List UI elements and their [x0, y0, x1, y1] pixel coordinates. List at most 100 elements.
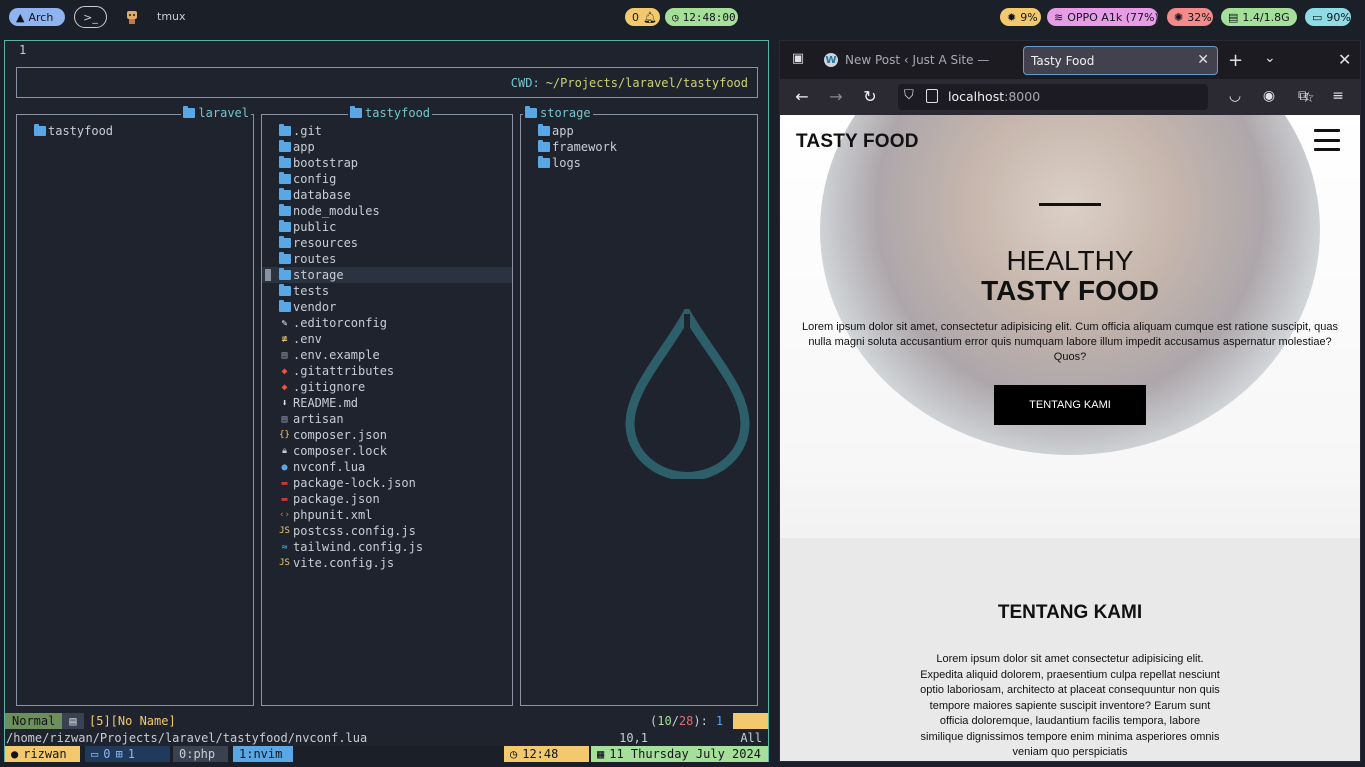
session-icon: ▭: [91, 747, 99, 761]
file-entry[interactable]: storage: [262, 267, 512, 283]
tab-new-post[interactable]: W New Post ‹ Just A Site — W: [824, 49, 992, 71]
file-entry[interactable]: ⬇ README.md: [262, 395, 512, 411]
file-entry[interactable]: tastyfood: [17, 123, 253, 139]
file-entry[interactable]: ● nvconf.lua: [262, 459, 512, 475]
page-info-icon[interactable]: [926, 89, 938, 103]
window-close-icon[interactable]: ✕: [1338, 50, 1351, 69]
file-entry[interactable]: ‹› phpunit.xml: [262, 507, 512, 523]
wifi-icon: ≋: [1054, 10, 1064, 24]
hamburger-menu-icon[interactable]: ≡: [1329, 88, 1347, 106]
file-entry[interactable]: ▤ .env.example: [262, 347, 512, 363]
extensions-icon[interactable]: ⧉: [1294, 88, 1312, 106]
file-entry[interactable]: database: [262, 187, 512, 203]
firefox-window[interactable]: ▣ W New Post ‹ Just A Site — W Tasty Foo…: [779, 40, 1361, 762]
folder-shape: [278, 220, 291, 232]
cpu-widget[interactable]: ✹ 9%: [1000, 8, 1041, 26]
file-entry[interactable]: ▬ package-lock.json: [262, 475, 512, 491]
file-entry-name: tailwind.config.js: [293, 540, 424, 554]
tmux-pane-count: 1: [127, 747, 135, 761]
file-entry-name: routes: [293, 252, 337, 266]
arch-launcher-button[interactable]: ▲ Arch: [9, 8, 65, 26]
file-entry[interactable]: app: [521, 123, 757, 139]
file-entry-name: phpunit.xml: [293, 508, 373, 522]
about-text: Lorem ipsum dolor sit amet consectetur a…: [920, 653, 1220, 758]
folder-shape: [278, 284, 291, 296]
site-logo[interactable]: TASTY FOOD: [796, 131, 919, 153]
tab-tasty-food[interactable]: Tasty Food ✕: [1023, 46, 1218, 75]
markdown-icon: ⬇: [281, 397, 288, 409]
preview-pane[interactable]: storage app framework logs: [520, 106, 758, 706]
file-entry[interactable]: ◆ .gitattributes: [262, 363, 512, 379]
file-entry[interactable]: bootstrap: [262, 155, 512, 171]
terminal-button[interactable]: >_: [74, 6, 107, 28]
file-entry[interactable]: ≢ .env: [262, 331, 512, 347]
account-icon[interactable]: ◉: [1260, 88, 1278, 106]
url-text[interactable]: localhost:8000: [948, 89, 1040, 104]
npm-icon: ▬: [281, 477, 288, 489]
parent-directory-pane[interactable]: laravel tastyfood: [16, 106, 254, 706]
about-title: TENTANG KAMI: [997, 602, 1143, 623]
shield-icon[interactable]: ⛉: [904, 88, 914, 103]
search-count-current: 10: [657, 714, 672, 728]
file-entry[interactable]: resources: [262, 235, 512, 251]
file-entry[interactable]: ▤ artisan: [262, 411, 512, 427]
file-entry[interactable]: .git: [262, 123, 512, 139]
file-entry[interactable]: tests: [262, 283, 512, 299]
buffer-name: [5][No Name]: [89, 714, 176, 728]
tmux-user-segment: ● rizwan: [5, 746, 80, 762]
current-directory-pane[interactable]: tastyfood .git app bootstrap config database…: [261, 106, 513, 706]
file-entry[interactable]: public: [262, 219, 512, 235]
page-viewport[interactable]: TASTY FOOD HEALTHY TASTY FOOD Lorem ipsu…: [780, 115, 1360, 761]
folder-shape: [278, 300, 291, 312]
terminal-window[interactable]: 1 CWD: ~/Projects/laravel/tastyfood lara…: [4, 40, 769, 762]
file-entry[interactable]: logs: [521, 155, 757, 171]
reload-icon[interactable]: ↻: [860, 87, 880, 106]
file-entry-name: .env: [293, 332, 322, 346]
tmux-window-php[interactable]: 0:php: [173, 746, 228, 762]
firefox-view-icon[interactable]: ▣: [788, 51, 808, 69]
back-arrow-icon[interactable]: ←: [792, 87, 812, 106]
file-entry-name: nvconf.lua: [293, 460, 366, 474]
notification-button[interactable]: 0 🔔︎: [625, 8, 660, 26]
git-icon: ◆: [281, 381, 288, 393]
search-count-extra: 1: [715, 714, 724, 728]
file-entry[interactable]: app: [262, 139, 512, 155]
file-entry[interactable]: framework: [521, 139, 757, 155]
file-entry[interactable]: ≈ tailwind.config.js: [262, 539, 512, 555]
hero-description: Lorem ipsum dolor sit amet, consectetur …: [802, 321, 1338, 363]
tentang-kami-button[interactable]: TENTANG KAMI: [994, 385, 1146, 425]
plus-icon[interactable]: +: [1228, 50, 1243, 71]
file-entry-name: package-lock.json: [293, 476, 416, 490]
nvim-cmdline[interactable]: /home/rizwan/Projects/laravel/tastyfood/…: [5, 730, 768, 746]
url-bar[interactable]: ⛉ localhost:8000 ☆: [898, 84, 1315, 110]
file-icon: ▤: [281, 349, 288, 361]
battery-widget[interactable]: ▭ 90%: [1305, 8, 1351, 26]
chevron-down-icon[interactable]: ⌄: [1264, 50, 1276, 66]
current-pane-title: tastyfood: [348, 106, 433, 120]
clock-widget[interactable]: ◷ 12:48:00: [665, 8, 738, 26]
file-entry[interactable]: ▬ package.json: [262, 491, 512, 507]
file-entry[interactable]: {} composer.json: [262, 427, 512, 443]
file-entry[interactable]: JS postcss.config.js: [262, 523, 512, 539]
file-entry-name: .gitattributes: [293, 364, 395, 378]
site-menu-icon[interactable]: [1314, 129, 1340, 151]
parent-pane-title-text: laravel: [198, 106, 249, 120]
folder-icon: [278, 156, 291, 170]
file-entry[interactable]: node_modules: [262, 203, 512, 219]
temperature-widget[interactable]: ✺ 32%: [1167, 8, 1213, 26]
close-icon[interactable]: ✕: [1197, 52, 1209, 68]
tmux-window-nvim[interactable]: 1:nvim: [233, 746, 293, 762]
memory-widget[interactable]: ▤ 1.4/1.8G: [1221, 8, 1297, 26]
wifi-widget[interactable]: ≋ OPPO A1k (77%): [1047, 8, 1159, 26]
forward-arrow-icon[interactable]: →: [826, 87, 846, 106]
file-entry[interactable]: config: [262, 171, 512, 187]
file-entry[interactable]: vendor: [262, 299, 512, 315]
file-entry[interactable]: routes: [262, 251, 512, 267]
file-entry[interactable]: JS vite.config.js: [262, 555, 512, 571]
hero-section: TASTY FOOD HEALTHY TASTY FOOD Lorem ipsu…: [780, 115, 1360, 538]
file-entry[interactable]: ✎ .editorconfig: [262, 315, 512, 331]
npm-icon: ▬: [281, 493, 288, 505]
file-entry[interactable]: 🔒︎ composer.lock: [262, 443, 512, 459]
pocket-icon[interactable]: ◡: [1226, 88, 1244, 106]
file-entry[interactable]: ◆ .gitignore: [262, 379, 512, 395]
